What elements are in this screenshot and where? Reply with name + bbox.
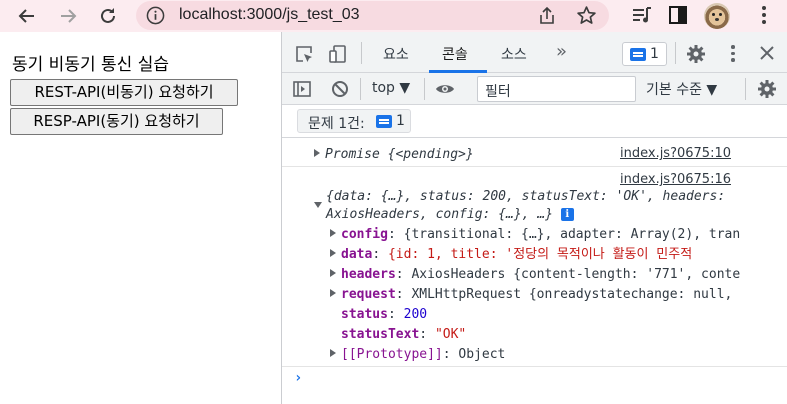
expand-triangle-icon[interactable] (330, 269, 336, 277)
inspect-element-icon[interactable] (294, 44, 314, 64)
issues-button[interactable]: 문제 1건: 1 (297, 109, 411, 133)
tab-console[interactable]: 콘솔 (442, 44, 468, 64)
prop-value: 200 (403, 307, 428, 322)
forward-button[interactable] (55, 4, 81, 28)
collapse-triangle-icon[interactable] (314, 202, 322, 208)
messages-badge[interactable]: 1 (622, 42, 667, 66)
toolbar-divider (745, 78, 746, 100)
log-divider (282, 166, 787, 167)
prop-value: "OK" (434, 327, 467, 342)
expand-triangle-icon[interactable] (330, 249, 336, 257)
address-bar[interactable]: localhost:3000/js_test_03 (136, 1, 609, 30)
browser-toolbar: localhost:3000/js_test_03 (0, 0, 787, 32)
devtools-tabbar: 요소 콘솔 소스 » 1 (282, 32, 787, 73)
console-settings-gear-icon[interactable] (757, 79, 777, 99)
reload-button[interactable] (95, 4, 121, 28)
site-info-icon[interactable] (146, 6, 165, 25)
messages-count: 1 (650, 46, 659, 62)
prop-row-config[interactable]: config: {transitional: {…}, adapter: Arr… (330, 226, 740, 244)
issue-message-icon (376, 115, 392, 128)
log-text: Promise {<pending>} (325, 147, 474, 162)
live-expression-eye-icon[interactable] (435, 79, 455, 99)
prop-value: XMLHttpRequest {onreadystatechange: null… (411, 287, 733, 302)
prop-value: {id: 1, title: '정당의 목적이나 활동이 민주적 (387, 247, 693, 262)
tab-sources[interactable]: 소스 (501, 44, 527, 64)
console-output: Promise {<pending>} index.js?0675:10 ind… (282, 138, 787, 404)
toolbar-divider (360, 78, 361, 100)
reload-icon (101, 8, 115, 23)
back-button[interactable] (14, 4, 40, 28)
log-divider (282, 366, 787, 367)
issues-count: 1 (396, 113, 405, 129)
issues-bar: 문제 1건: 1 (282, 105, 787, 138)
toolbar-divider (361, 42, 362, 64)
summary-text: {data: {…}, status: 200, statusText: 'OK… (326, 189, 726, 204)
console-log-promise[interactable]: Promise {<pending>} (314, 146, 474, 164)
source-link[interactable]: index.js?0675:10 (620, 146, 731, 161)
share-icon[interactable] (537, 6, 557, 26)
settings-gear-icon[interactable] (686, 44, 706, 64)
prop-key: data (341, 247, 373, 262)
arrow-left-icon (18, 9, 34, 23)
response-summary-line-2: AxiosHeaders, config: {…}, …} i (326, 206, 574, 224)
tab-elements[interactable]: 요소 (383, 44, 409, 64)
arrow-right-icon (61, 9, 77, 23)
filter-placeholder: 필터 (485, 84, 511, 100)
media-queue-icon[interactable] (631, 4, 653, 26)
expand-triangle-icon[interactable] (330, 349, 336, 357)
close-icon[interactable] (758, 44, 776, 62)
prop-key: [[Prototype]] (341, 347, 443, 362)
info-icon[interactable]: i (560, 208, 574, 221)
console-prompt-icon[interactable]: › (294, 370, 302, 386)
expand-triangle-icon[interactable] (330, 229, 336, 237)
console-filter-bar: top ▼ 필터 기본 수준 ▼ (282, 73, 787, 105)
devtools-panel: 요소 콘솔 소스 » 1 top ▼ 필터 기본 수준 ▼ 문제 1건: 1 P… (281, 32, 787, 404)
clear-console-icon[interactable] (330, 79, 350, 99)
prop-value: Object (458, 347, 506, 362)
log-level-select[interactable]: 기본 수준 ▼ (646, 79, 717, 99)
page-viewport: 동기 비동기 통신 실습 REST-API(비동기) 요청하기 RESP-API… (0, 32, 281, 404)
device-toolbar-icon[interactable] (328, 44, 348, 64)
prop-row-data[interactable]: data: {id: 1, title: '정당의 목적이나 활동이 민주적 (330, 246, 692, 264)
prop-value: {transitional: {…}, adapter: Array(2), t… (403, 227, 741, 242)
prop-key: config (341, 227, 388, 242)
prop-value: AxiosHeaders {content-length: '771', con… (411, 267, 741, 282)
devtools-menu-icon[interactable] (731, 45, 735, 63)
toolbar-divider (424, 78, 425, 100)
prop-key: statusText (341, 327, 420, 342)
page-heading: 동기 비동기 통신 실습 (12, 55, 169, 75)
prop-row-prototype[interactable]: [[Prototype]]: Object (330, 346, 505, 364)
source-link[interactable]: index.js?0675:16 (620, 172, 731, 187)
sidebar-toggle-icon[interactable] (292, 79, 312, 99)
summary-text: AxiosHeaders, config: {…}, …} (326, 207, 553, 222)
bookmark-star-icon[interactable] (576, 5, 597, 26)
expand-triangle-icon[interactable] (330, 289, 336, 297)
prop-row-request[interactable]: request: XMLHttpRequest {onreadystatecha… (330, 286, 732, 304)
prop-row-headers[interactable]: headers: AxiosHeaders {content-length: '… (330, 266, 740, 284)
issues-label: 문제 1건: (308, 116, 365, 132)
response-summary-line[interactable]: {data: {…}, status: 200, statusText: 'OK… (326, 188, 725, 206)
prop-key: status (341, 307, 388, 322)
expand-triangle-icon[interactable] (314, 149, 320, 157)
profile-avatar[interactable] (704, 3, 730, 29)
resp-api-sync-button[interactable]: RESP-API(동기) 요청하기 (10, 108, 223, 135)
context-select[interactable]: top ▼ (372, 80, 410, 96)
message-icon (630, 48, 646, 61)
prop-row-statustext: statusText: "OK" (341, 327, 467, 342)
more-tabs-button[interactable]: » (556, 41, 567, 62)
prop-key: headers (341, 267, 396, 282)
toolbar-divider (675, 42, 676, 64)
browser-menu-icon[interactable] (762, 6, 766, 26)
rest-api-async-button[interactable]: REST-API(비동기) 요청하기 (10, 79, 238, 106)
url-text: localhost:3000/js_test_03 (179, 6, 360, 23)
console-filter-input[interactable]: 필터 (477, 76, 636, 102)
prop-key: request (341, 287, 396, 302)
side-panel-icon[interactable] (667, 4, 689, 26)
prop-row-status: status: 200 (341, 307, 428, 322)
